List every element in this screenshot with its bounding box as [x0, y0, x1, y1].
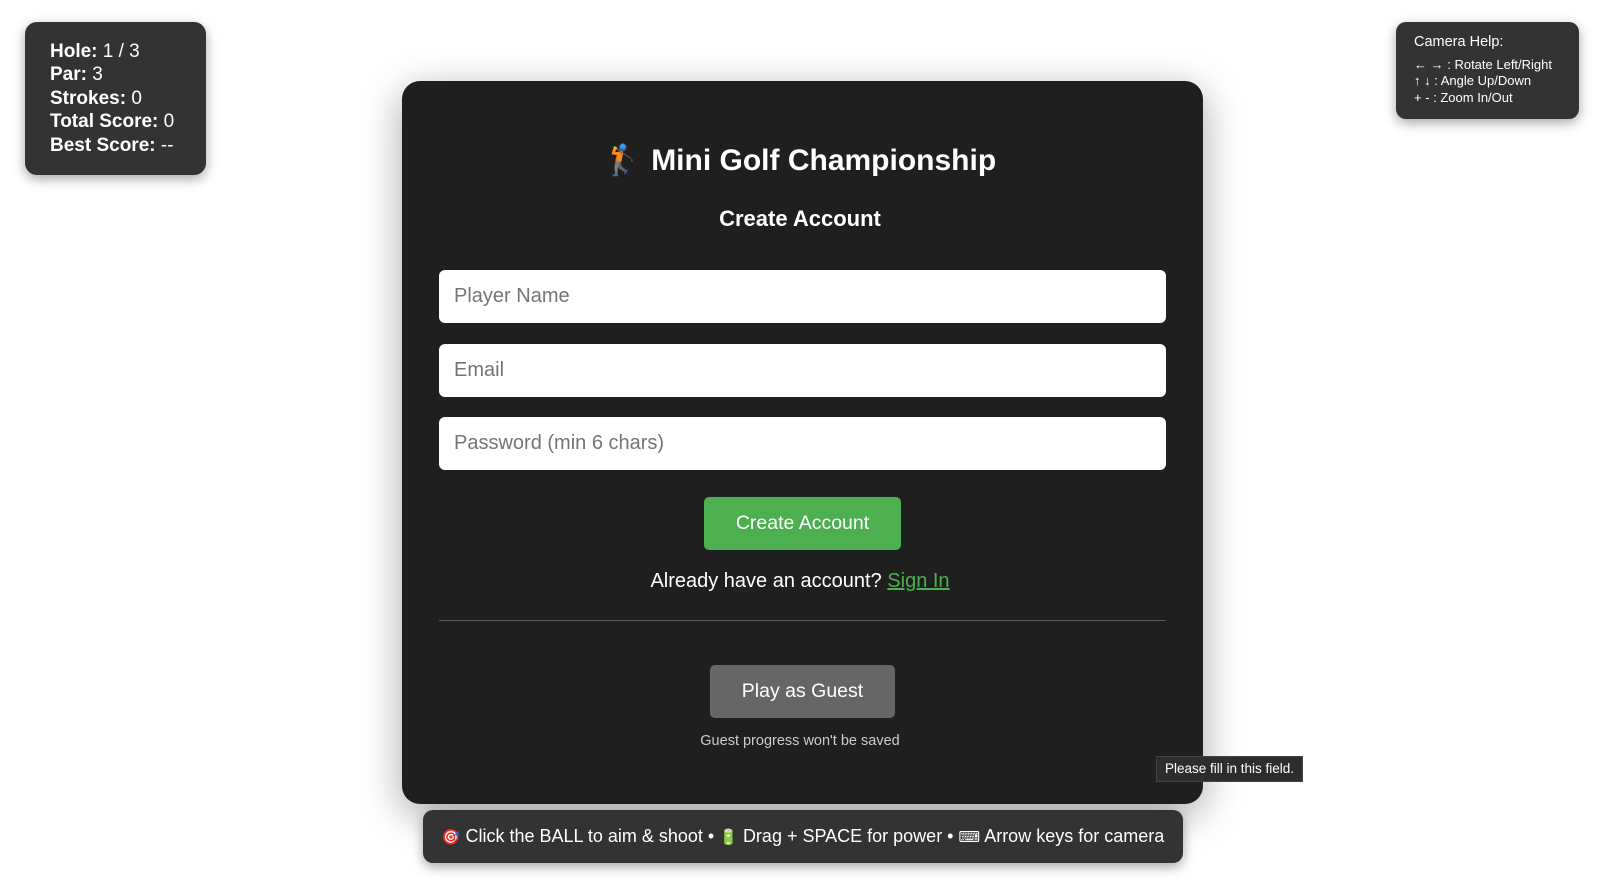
- camera-help-rotate: ← → : Rotate Left/Right: [1414, 56, 1553, 72]
- keyboard-icon: ⌨: [958, 829, 981, 846]
- target-icon: 🎯: [441, 829, 461, 846]
- aim-instruction: Click the BALL to aim & shoot •: [465, 826, 715, 846]
- par-row: Par: 3: [50, 63, 206, 86]
- game-title-text: Mini Golf Championship: [651, 144, 997, 177]
- strokes-value: 0: [131, 87, 142, 109]
- signin-link[interactable]: Sign In: [887, 570, 949, 592]
- strokes-label: Strokes:: [50, 87, 127, 109]
- game-title: 🏌 Mini Golf Championship: [0, 143, 1600, 178]
- total-score-row: Total Score: 0: [50, 110, 206, 133]
- divider: [439, 620, 1166, 621]
- signin-prompt-line: Already have an account? Sign In: [0, 570, 1600, 593]
- camera-help-zoom: + - : Zoom In/Out: [1414, 89, 1513, 105]
- battery-icon: 🔋: [719, 829, 738, 846]
- validation-tooltip: Please fill in this field.: [1156, 756, 1304, 782]
- golfer-icon: 🏌: [603, 144, 642, 177]
- total-score-value: 0: [163, 111, 175, 133]
- form-heading: Create Account: [719, 206, 881, 231]
- player-name-input[interactable]: [439, 270, 1166, 323]
- camera-instruction: Arrow keys for camera: [984, 826, 1165, 846]
- create-account-button[interactable]: Create Account: [704, 497, 901, 550]
- par-value: 3: [92, 64, 103, 86]
- hole-label: Hole:: [50, 41, 98, 62]
- camera-help-panel: Camera Help: ← → : Rotate Left/Right ↑ ↓…: [1396, 22, 1579, 119]
- password-input[interactable]: [439, 417, 1166, 470]
- play-as-guest-button[interactable]: Play as Guest: [710, 665, 895, 718]
- par-label: Par:: [50, 64, 87, 86]
- strokes-row: Strokes: 0: [50, 87, 206, 110]
- total-score-label: Total Score:: [50, 111, 159, 133]
- power-instruction: Drag + SPACE for power •: [742, 826, 954, 846]
- hole-value: 1 / 3: [102, 41, 140, 62]
- hole-row: Hole: 1 / 3: [50, 40, 206, 63]
- camera-help-title: Camera Help:: [1414, 34, 1504, 50]
- guest-note: Guest progress won't be saved: [700, 733, 900, 749]
- email-input[interactable]: [439, 344, 1166, 397]
- instructions-bar: 🎯 Click the BALL to aim & shoot • 🔋 Drag…: [423, 810, 1183, 863]
- camera-help-angle: ↑ ↓ : Angle Up/Down: [1414, 73, 1532, 88]
- signin-prompt-text: Already have an account?: [650, 570, 882, 592]
